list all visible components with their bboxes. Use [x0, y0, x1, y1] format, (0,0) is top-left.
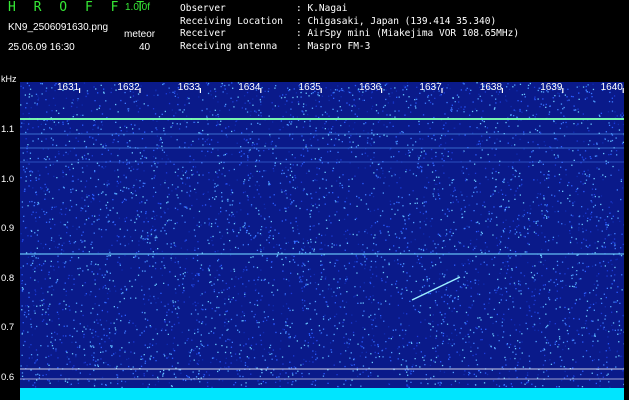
spectrogram-panel: 1631 1632 1633 1634 1635 1636 1637 1638 1639 1640: [20, 82, 624, 400]
y-tick-label: 1.1: [1, 124, 15, 135]
x-tick-mark: [381, 88, 383, 93]
antenna-value: : Maspro FM-3: [296, 40, 371, 52]
x-tick-mark: [139, 88, 141, 93]
receiver-label: Receiver: [180, 28, 226, 39]
antenna-label: Receiving antenna: [180, 40, 278, 52]
y-tick-label: 0.6: [1, 372, 15, 383]
x-tick-label: 1640: [601, 82, 624, 93]
location-row: Receiving Location : Chigasaki, Japan (13…: [180, 16, 519, 29]
receiver-row: Receiver : AirSpy mini (Miakejima VOR 108…: [180, 28, 519, 41]
observation-datetime: 25.06.09 16:30: [8, 42, 75, 53]
x-tick-mark: [501, 88, 503, 93]
x-tick-label: 1639: [540, 82, 563, 93]
x-tick-label: 1637: [419, 82, 442, 93]
file-name: KN9_2506091630.png: [8, 22, 109, 33]
y-tick-label: 1.0: [1, 174, 15, 185]
x-tick-label: 1633: [178, 82, 201, 93]
observer-label: Observer: [180, 3, 226, 14]
header-panel: H R O F F T 1.0.0f KN9_2506091630.png me…: [0, 0, 629, 73]
app-version: 1.0.0f: [125, 2, 151, 13]
x-tick-mark: [260, 88, 262, 93]
x-tick-label: 1636: [359, 82, 382, 93]
x-tick-mark: [199, 88, 201, 93]
x-tick-label: 1631: [57, 82, 80, 93]
y-tick-label: 0.9: [1, 223, 15, 234]
location-value: : Chigasaki, Japan (139.414 35.340): [296, 15, 497, 27]
x-tick-mark: [320, 88, 322, 93]
observation-info: Observer : K.Nagai Receiving Location : Ch…: [180, 3, 519, 53]
baseband-strip: [20, 388, 624, 400]
antenna-row: Receiving antenna : Maspro FM-3: [180, 41, 519, 54]
receiver-value: : AirSpy mini (Miakejima VOR 108.65MHz): [296, 28, 520, 39]
x-tick-mark: [441, 88, 443, 93]
x-tick-label: 1638: [480, 82, 503, 93]
meteor-count-value: 40: [139, 42, 151, 53]
y-axis-unit: kHz: [1, 74, 17, 84]
spectrogram: 1631 1632 1633 1634 1635 1636 1637 1638 1639 1640: [20, 82, 624, 400]
x-tick-mark: [562, 88, 564, 93]
y-tick-label: 0.7: [1, 322, 15, 333]
x-tick-label: 1635: [299, 82, 322, 93]
y-tick-label: 0.8: [1, 273, 15, 284]
meteor-count-label: meteor: [124, 29, 156, 40]
observer-row: Observer : K.Nagai: [180, 3, 519, 16]
observer-value: : K.Nagai: [296, 3, 348, 14]
x-tick-mark: [79, 88, 81, 93]
x-tick-mark: [622, 88, 624, 93]
location-label: Receiving Location: [180, 15, 283, 27]
spectrogram-background: [20, 82, 624, 400]
x-tick-label: 1634: [238, 82, 261, 93]
x-tick-label: 1632: [117, 82, 140, 93]
